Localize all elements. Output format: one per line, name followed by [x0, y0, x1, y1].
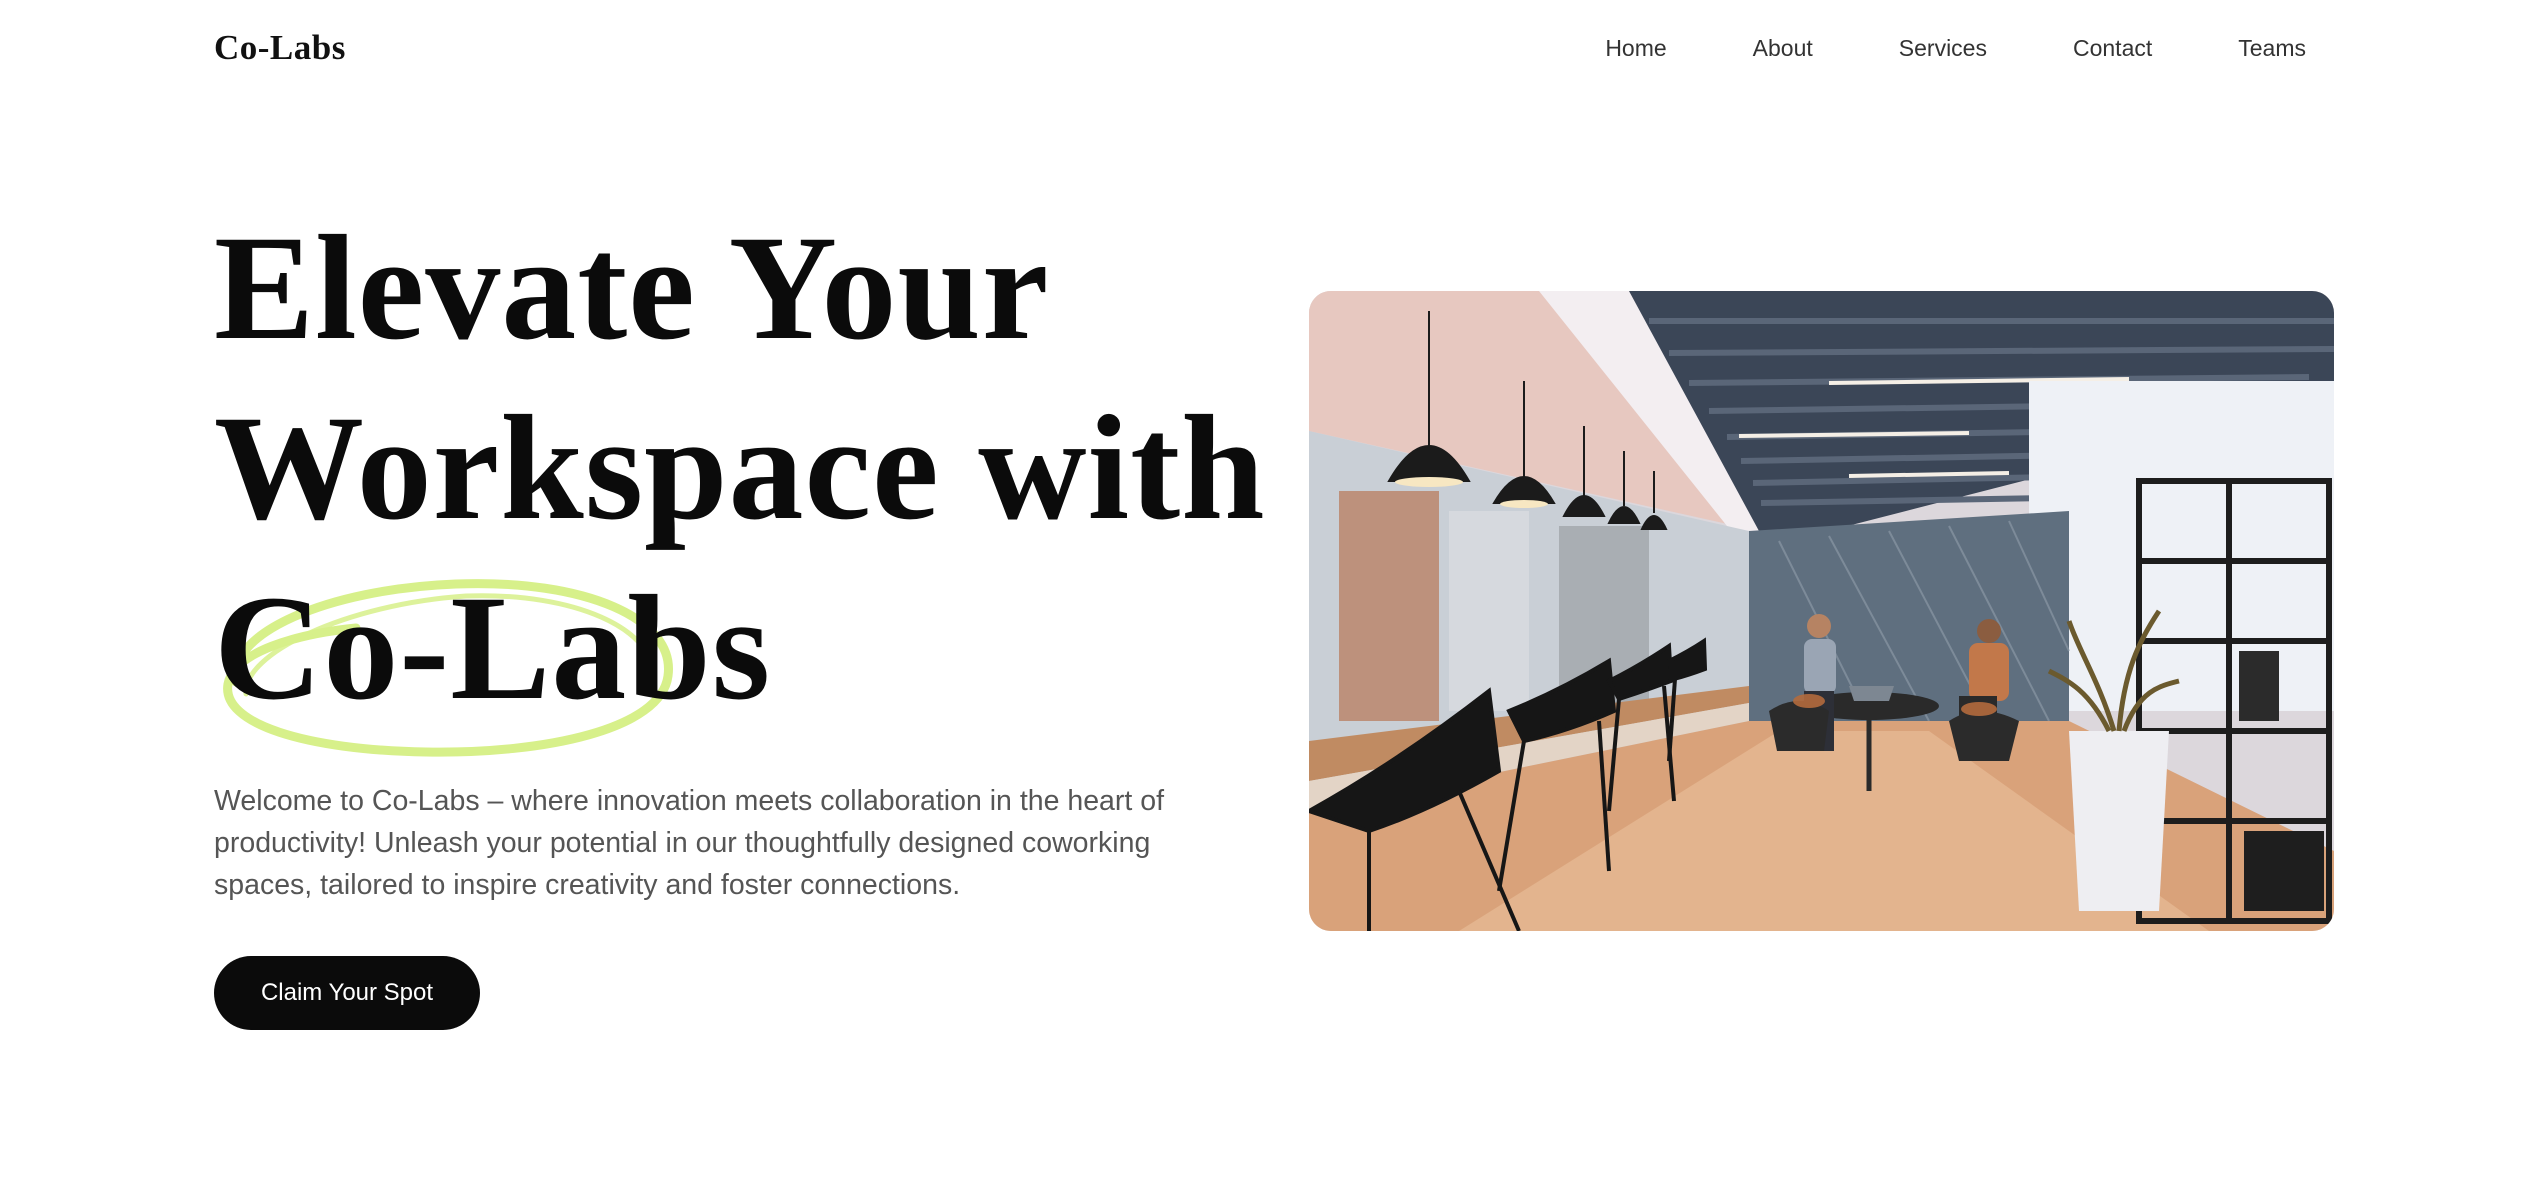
- claim-your-spot-button[interactable]: Claim Your Spot: [214, 956, 480, 1030]
- nav-teams-link[interactable]: Teams: [2238, 35, 2306, 62]
- nav-home-link[interactable]: Home: [1605, 35, 1666, 62]
- hero-headline: Elevate Your Workspace with Co-Labs: [214, 198, 1266, 757]
- nav-contact-link[interactable]: Contact: [2073, 35, 2152, 62]
- highlighted-brand: Co-Labs: [214, 558, 772, 757]
- office-interior-illustration: [1309, 291, 2334, 931]
- hero-headline-line-1: Elevate Your: [214, 205, 1050, 371]
- hero-headline-line-2: Workspace with: [214, 385, 1266, 551]
- hero-office-image: [1309, 291, 2334, 931]
- nav-services-link[interactable]: Services: [1899, 35, 1987, 62]
- hero-headline-highlight-text: Co-Labs: [214, 565, 772, 731]
- nav-about-link[interactable]: About: [1753, 35, 1813, 62]
- hero-description: Welcome to Co-Labs – where innovation me…: [214, 785, 1165, 901]
- brand-logo[interactable]: Co-Labs: [214, 28, 346, 68]
- top-navigation: Co-Labs Home About Services Contact Team…: [214, 18, 2310, 78]
- hero-headline-line-3: Co-Labs: [214, 558, 1214, 757]
- main-menu: Home About Services Contact Teams: [1605, 35, 2310, 62]
